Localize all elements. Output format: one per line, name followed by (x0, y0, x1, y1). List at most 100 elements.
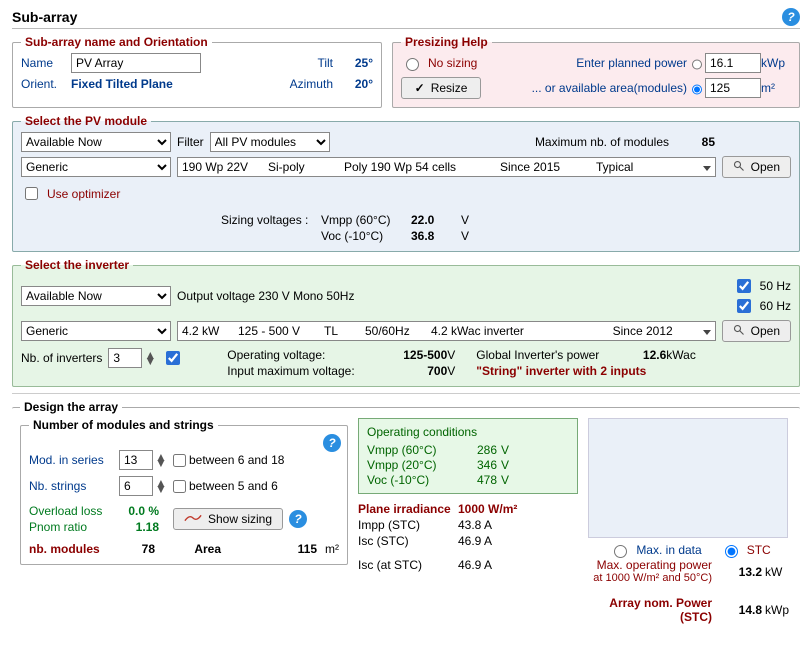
voc-label: Voc (-10°C) (321, 229, 411, 243)
voc-unit: V (461, 229, 481, 243)
help-icon[interactable]: ? (323, 434, 341, 452)
azimuth-value: 20° (339, 77, 373, 91)
string-inverter-note: "String" inverter with 2 inputs (476, 364, 706, 378)
orient-value: Fixed Tilted Plane (71, 77, 173, 91)
nb-strings-label: Nb. strings (29, 479, 119, 493)
hz60-checkbox[interactable]: 60 Hz (733, 296, 791, 316)
global-power-value: 12.6 (626, 348, 666, 362)
mod-series-spinner[interactable]: ▲▼ (119, 450, 169, 470)
stc-radio[interactable]: STC (720, 542, 771, 558)
nb-modules-value: 78 (115, 542, 155, 556)
azimuth-label: Azimuth (283, 77, 333, 91)
nb-strings-spinner[interactable]: ▲▼ (119, 476, 169, 496)
show-sizing-button[interactable]: Show sizing (173, 508, 283, 530)
max-in-data-radio[interactable]: Max. in data (609, 542, 701, 558)
pnom-label: Pnom ratio (29, 520, 109, 534)
area-radio[interactable] (692, 83, 702, 96)
vmpp-unit: V (461, 213, 481, 227)
array-nom-power-unit: kWp (762, 603, 792, 617)
preview-panel (588, 418, 788, 538)
planned-power-radio[interactable] (692, 58, 702, 71)
max-voltage-label: Input maximum voltage: (227, 364, 377, 378)
inverter-legend: Select the inverter (21, 258, 133, 272)
nb-inverters-checkbox[interactable] (166, 351, 180, 365)
area-input[interactable] (705, 78, 761, 98)
isc-label: Isc (STC) (358, 534, 458, 548)
resize-button[interactable]: ✓Resize (401, 77, 481, 99)
hz50-checkbox[interactable]: 50 Hz (733, 276, 791, 296)
mod-series-label: Mod. in series (29, 453, 119, 467)
impp-label: Impp (STC) (358, 518, 458, 532)
voc-value: 36.8 (411, 229, 461, 243)
nb-inverters-spinner[interactable]: ▲▼ (108, 348, 156, 368)
inv-availability-select[interactable]: Available Now (21, 286, 171, 306)
pv-max-modules-value: 85 (675, 135, 715, 149)
nb-strings-range: between 5 and 6 (189, 479, 339, 493)
area-value: 115 (227, 542, 317, 556)
plane-irradiance-label: Plane irradiance (358, 502, 458, 516)
impp-value: 43.8 A (458, 518, 578, 532)
chevron-down-icon (699, 324, 711, 338)
max-op-power-label: Max. operating power (588, 558, 712, 572)
pv-filter-select[interactable]: All PV modules (210, 132, 330, 152)
nm-legend: Number of modules and strings (29, 418, 218, 432)
area-label: ... or available area(modules) (501, 81, 687, 95)
curve-icon (184, 512, 202, 526)
design-legend: Design the array (20, 400, 122, 414)
nb-modules-label: nb. modules (29, 542, 109, 556)
page-title: Sub-array (12, 9, 782, 25)
inv-open-button[interactable]: Open (722, 320, 791, 342)
orient-label: Orient. (21, 77, 65, 91)
planned-power-input[interactable] (705, 53, 761, 73)
pv-max-modules-label: Maximum nb. of modules (535, 135, 669, 149)
max-voltage-value: 700 (377, 364, 447, 378)
array-nom-power-value: 14.8 (712, 603, 762, 617)
max-op-power-unit: kW (762, 565, 792, 579)
help-icon[interactable]: ? (782, 8, 800, 26)
plane-irradiance-value: 1000 W/m² (458, 502, 578, 516)
no-sizing-radio[interactable]: No sizing (401, 55, 501, 71)
global-power-label: Global Inverter's power (476, 348, 626, 362)
pv-manufacturer-select[interactable]: Generic (21, 157, 171, 177)
nb-inverters-label: Nb. of inverters (21, 351, 102, 365)
use-optimizer-checkbox[interactable]: Use optimizer (21, 184, 791, 203)
array-nom-power-label: Array nom. Power (STC) (588, 596, 712, 624)
overload-value: 0.0 % (109, 504, 159, 518)
help-icon[interactable]: ? (289, 510, 307, 528)
op-voltage-label: Operating voltage: (227, 348, 377, 362)
chevron-down-icon (699, 160, 711, 174)
max-op-power-cond: at 1000 W/m² and 50°C) (588, 572, 712, 585)
mod-series-auto-checkbox[interactable] (173, 454, 186, 467)
pv-open-button[interactable]: Open (722, 156, 791, 178)
magnifier-icon (733, 160, 745, 175)
vmpp-label: Vmpp (60°C) (321, 213, 411, 227)
area-unit: m² (761, 81, 791, 95)
magnifier-icon (733, 324, 745, 339)
overload-label: Overload loss (29, 504, 109, 518)
name-label: Name (21, 56, 65, 70)
op-cond-title: Operating conditions (367, 425, 569, 439)
isc-at-value: 46.9 A (458, 558, 578, 572)
pv-availability-select[interactable]: Available Now (21, 132, 171, 152)
mod-series-range: between 6 and 18 (189, 453, 339, 467)
nb-strings-auto-checkbox[interactable] (173, 480, 186, 493)
sizing-voltages-label: Sizing voltages : (221, 213, 321, 227)
pv-module-select[interactable]: 190 Wp 22V Si-poly Poly 190 Wp 54 cells … (177, 157, 716, 177)
pv-legend: Select the PV module (21, 114, 151, 128)
pnom-value: 1.18 (109, 520, 159, 534)
orientation-legend: Sub-array name and Orientation (21, 35, 212, 49)
inv-output-label: Output voltage 230 V Mono 50Hz (177, 289, 354, 303)
op-voltage-value: 125-500 (377, 348, 447, 362)
inv-manufacturer-select[interactable]: Generic (21, 321, 171, 341)
presizing-legend: Presizing Help (401, 35, 492, 49)
planned-power-unit: kWp (761, 56, 791, 70)
isc-at-label: Isc (at STC) (358, 558, 458, 572)
operating-conditions-box: Operating conditions Vmpp (60°C)286V Vmp… (358, 418, 578, 494)
area-label: Area (161, 542, 221, 556)
inverter-model-select[interactable]: 4.2 kW 125 - 500 V TL 50/60Hz 4.2 kWac i… (177, 321, 716, 341)
tilt-value: 25° (339, 56, 373, 70)
planned-power-label: Enter planned power (501, 56, 687, 70)
area-unit: m² (325, 542, 339, 556)
isc-value: 46.9 A (458, 534, 578, 548)
subarray-name-input[interactable] (71, 53, 201, 73)
